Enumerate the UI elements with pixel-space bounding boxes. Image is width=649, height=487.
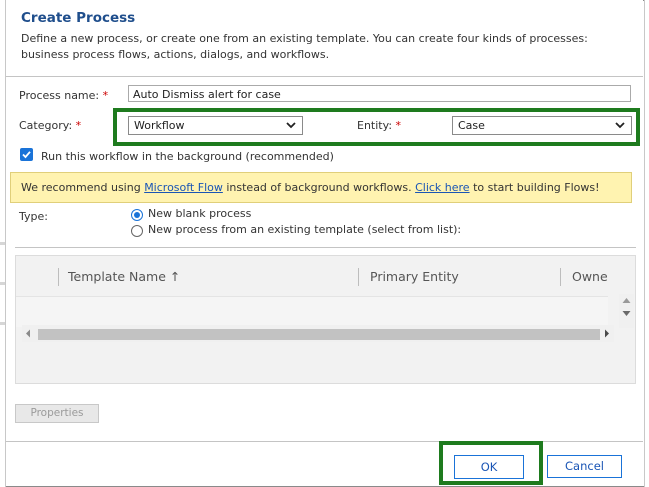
- background-ghost-mark: [0, 242, 5, 245]
- process-name-input[interactable]: Auto Dismiss alert for case: [128, 85, 631, 102]
- dialog-description: Define a new process, or create one from…: [21, 32, 588, 61]
- scroll-left-icon[interactable]: [25, 329, 31, 338]
- scroll-down-icon[interactable]: [622, 310, 631, 317]
- horizontal-scroll-thumb[interactable]: [38, 329, 600, 340]
- background-checkbox-label: Run this workflow in the background (rec…: [41, 150, 334, 163]
- properties-button[interactable]: Properties: [15, 404, 99, 423]
- background-checkbox[interactable]: [20, 148, 33, 161]
- radio-new-blank-process[interactable]: [131, 209, 143, 221]
- radio-new-blank-process-label: New blank process: [148, 207, 252, 220]
- scroll-up-icon[interactable]: [622, 297, 631, 304]
- background-ghost-mark: [0, 282, 5, 285]
- flow-recommendation-banner: We recommend using Microsoft Flow instea…: [10, 172, 632, 203]
- microsoft-flow-link[interactable]: Microsoft Flow: [144, 181, 223, 194]
- column-separator: [58, 268, 59, 286]
- ok-button-highlight: [439, 441, 543, 485]
- grid-body: [16, 297, 608, 327]
- column-header-owner[interactable]: Owne: [572, 269, 608, 284]
- dialog-title: Create Process: [21, 10, 136, 26]
- process-name-label: Process name: *: [19, 89, 109, 102]
- radio-existing-template-label: New process from an existing template (s…: [148, 223, 462, 236]
- dialog-header: Create Process Define a new process, or …: [6, 0, 643, 75]
- required-marker: *: [102, 89, 109, 102]
- type-label: Type:: [19, 210, 48, 223]
- required-marker: *: [75, 119, 82, 132]
- column-header-primary-entity[interactable]: Primary Entity: [370, 269, 459, 284]
- radio-existing-template[interactable]: [131, 225, 143, 237]
- category-entity-highlight: [113, 108, 640, 146]
- column-separator: [358, 268, 359, 286]
- template-grid: Template Name ↑ Primary Entity Owne: [15, 255, 636, 384]
- column-separator: [560, 268, 561, 286]
- grid-vertical-scrollbar[interactable]: [619, 294, 634, 328]
- header-divider: [6, 76, 643, 77]
- scroll-right-icon[interactable]: [604, 329, 610, 338]
- banner-text: We recommend using: [21, 181, 145, 194]
- type-divider: [15, 247, 636, 248]
- banner-text: to start building Flows!: [469, 181, 600, 194]
- background-edge-right: [644, 0, 649, 487]
- grid-header: Template Name ↑ Primary Entity Owne: [16, 256, 608, 297]
- grid-empty-area: [16, 343, 635, 383]
- checkmark-icon: [22, 151, 31, 159]
- background-ghost-mark: [0, 322, 5, 325]
- cancel-button[interactable]: Cancel: [547, 455, 622, 478]
- banner-text: instead of background workflows.: [222, 181, 416, 194]
- category-label: Category: *: [19, 119, 82, 132]
- column-header-template-name[interactable]: Template Name ↑: [68, 269, 180, 284]
- click-here-link[interactable]: Click here: [415, 181, 470, 194]
- grid-horizontal-scrollbar[interactable]: [22, 325, 614, 342]
